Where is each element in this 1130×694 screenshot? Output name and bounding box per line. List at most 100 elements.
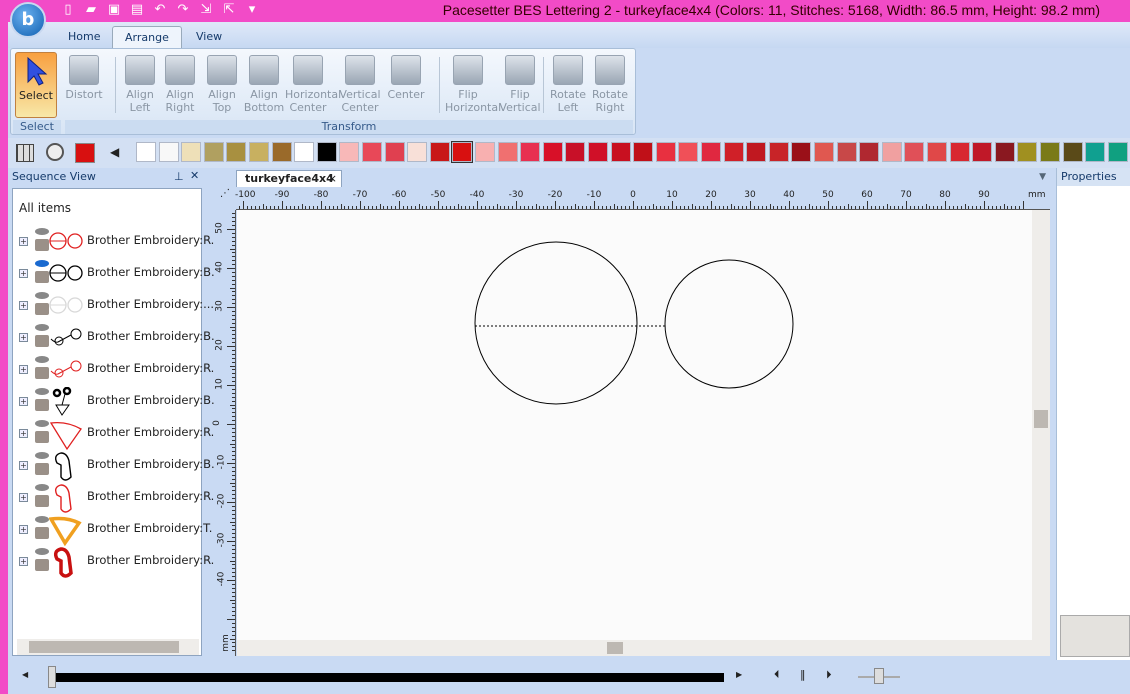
sequence-item[interactable]: + Brother Embroidery:R. [17,481,214,513]
lock-icon[interactable] [35,495,49,507]
color-swatch[interactable] [362,142,382,162]
close-icon[interactable]: ✕ [190,169,199,182]
color-swatch[interactable] [384,142,405,162]
color-swatch[interactable] [158,142,179,162]
magnifier-icon[interactable] [46,143,64,161]
sequence-hscrollbar[interactable] [17,639,199,655]
sequence-item[interactable]: + Brother Embroidery:T. [17,513,212,547]
color-swatch[interactable] [1062,142,1083,162]
color-swatch[interactable] [972,142,993,162]
expand-icon[interactable]: + [19,525,28,534]
lock-icon[interactable] [35,335,49,347]
stitch-slider-thumb[interactable] [48,666,56,688]
color-swatch[interactable] [136,142,156,162]
color-swatch[interactable] [746,142,767,162]
sequence-item[interactable]: + Brother Embroidery:B. [17,321,215,353]
previous-icon[interactable]: ⏴ [774,668,780,682]
expand-icon[interactable]: + [19,269,28,278]
color-swatch[interactable] [927,142,947,162]
redo-icon[interactable]: ↷ [175,2,191,18]
flip-vertical-button[interactable]: Flip Vertical [497,53,543,119]
lock-icon[interactable] [35,367,49,379]
eye-icon[interactable] [35,260,49,267]
step-forward-icon[interactable]: ▶ [736,670,742,679]
color-swatch[interactable] [610,142,631,162]
eye-icon[interactable] [35,484,49,491]
horizontal-center-button[interactable]: Horizontal Center [285,53,341,119]
color-swatch[interactable] [407,142,428,162]
tab-list-dropdown-icon[interactable]: ▼ [1039,172,1046,182]
expand-icon[interactable]: + [19,429,28,438]
sequence-item[interactable]: + Brother Embroidery:R. [17,353,214,385]
expand-icon[interactable]: + [19,397,28,406]
color-swatch[interactable] [316,142,337,162]
expand-icon[interactable]: + [19,493,28,502]
color-swatch[interactable] [497,142,518,162]
color-swatch[interactable] [881,142,902,162]
color-swatch[interactable] [994,142,1015,162]
distort-button[interactable]: Distort [61,53,107,119]
center-button[interactable]: Center [383,53,429,119]
color-swatch[interactable] [814,142,834,162]
color-swatch[interactable] [1085,142,1106,162]
color-swatch[interactable] [859,142,880,162]
print-icon[interactable]: ▤ [129,2,145,18]
color-swatch[interactable] [836,142,857,162]
color-swatch[interactable] [723,142,744,162]
lock-icon[interactable] [35,559,49,571]
rotate-right-button[interactable]: Rotate Right [587,53,633,119]
sequence-item[interactable]: + Brother Embroidery:R. [17,545,214,578]
color-swatch[interactable] [633,142,654,162]
new-icon[interactable]: ▯ [60,2,76,18]
step-back-icon[interactable]: ◀ [22,670,28,679]
color-swatch[interactable] [271,142,292,162]
expand-icon[interactable]: + [19,301,28,310]
canvas-hscrollbar[interactable] [237,640,1050,656]
color-swatch[interactable] [429,142,450,162]
eye-icon[interactable] [35,420,49,427]
lock-icon[interactable] [35,399,49,411]
color-swatch[interactable] [226,142,247,162]
palette-scroll-left-icon[interactable]: ◀ [110,145,119,159]
color-swatch[interactable] [1107,142,1128,162]
color-swatch[interactable] [904,142,925,162]
all-items-node[interactable]: All items [19,201,71,215]
color-swatch[interactable] [475,142,495,162]
eye-icon[interactable] [35,452,49,459]
eye-icon[interactable] [35,228,49,235]
color-swatch[interactable] [249,142,269,162]
color-swatch[interactable] [181,142,202,162]
lock-icon[interactable] [35,527,49,539]
align-top-button[interactable]: Align Top [199,53,245,119]
expand-icon[interactable]: + [19,557,28,566]
lock-icon[interactable] [35,271,49,283]
app-menu-button[interactable]: b [10,2,46,38]
eye-icon[interactable] [35,548,49,555]
lock-icon[interactable] [35,463,49,475]
rotate-left-button[interactable]: Rotate Left [545,53,591,119]
sequence-item[interactable]: + Brother Embroidery:... [17,289,214,321]
customize-icon[interactable]: ▾ [244,2,260,18]
speed-slider-thumb[interactable] [874,668,884,684]
color-swatch[interactable] [565,142,586,162]
select-button[interactable]: Select [15,52,57,118]
color-swatch[interactable] [542,142,563,162]
color-swatch[interactable] [203,142,224,162]
current-color-swatch[interactable] [75,143,95,163]
color-swatch[interactable] [520,142,541,162]
close-tab-icon[interactable]: × [328,172,337,185]
sequence-item[interactable]: + Brother Embroidery:B. [17,257,215,289]
import-icon[interactable]: ⇲ [198,2,214,18]
flip-horizontal-button[interactable]: Flip Horizontal [445,53,501,119]
scroll-thumb[interactable] [607,642,623,654]
lock-icon[interactable] [35,239,49,251]
scroll-thumb[interactable] [1034,410,1048,428]
stitch-progress-track[interactable] [48,673,724,682]
sequence-item[interactable]: + Brother Embroidery:R. [17,417,214,451]
open-icon[interactable]: ▰ [83,2,99,18]
tab-arrange[interactable]: Arrange [112,26,182,48]
eye-icon[interactable] [35,324,49,331]
pause-icon[interactable]: ‖ [800,668,806,681]
color-swatch[interactable] [339,142,360,162]
undo-icon[interactable]: ↶ [152,2,168,18]
